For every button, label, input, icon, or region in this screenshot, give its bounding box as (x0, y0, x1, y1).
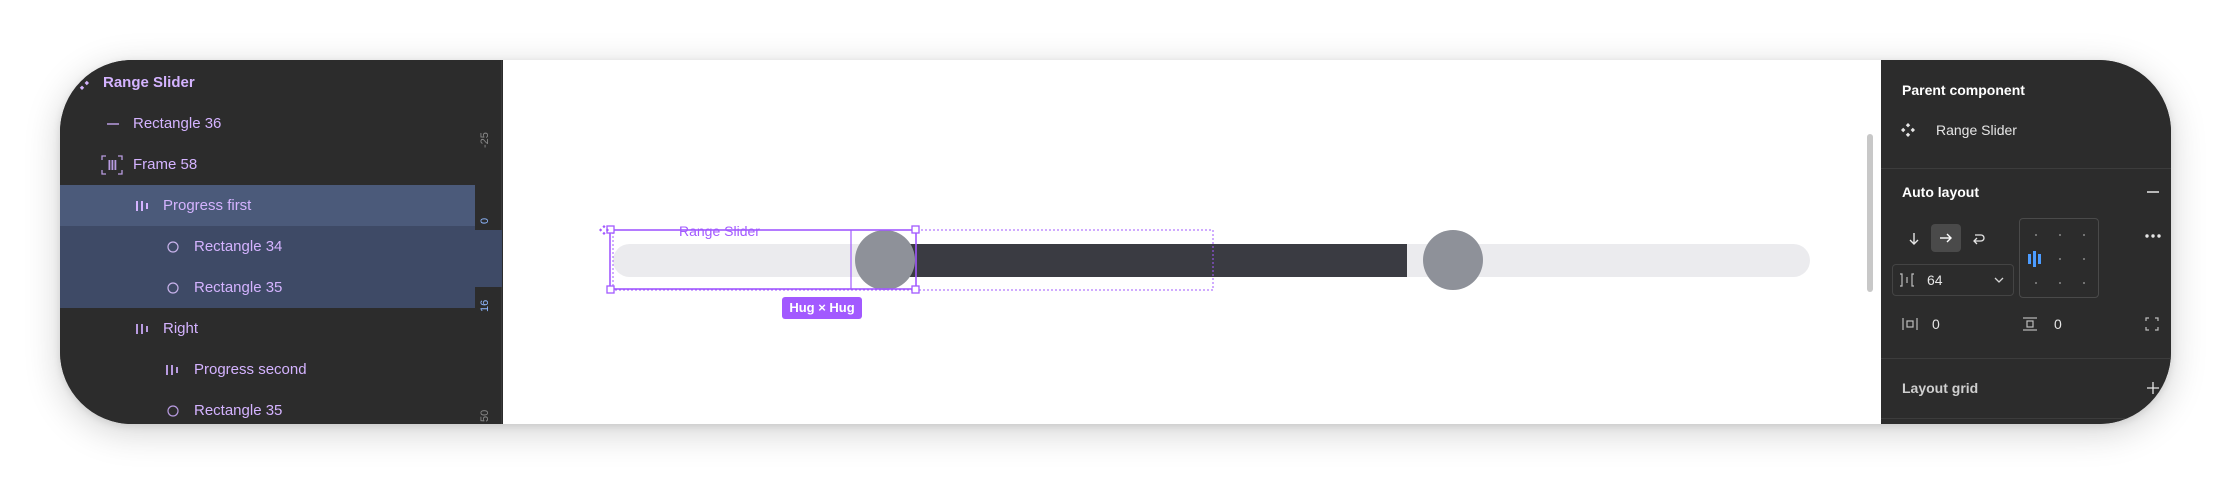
align-dot (2083, 234, 2085, 236)
horizontal-padding-value[interactable]: 0 (1932, 316, 1940, 332)
component-icon (1900, 122, 1916, 138)
layer-label: Progress second (194, 361, 307, 378)
layer-label: Rectangle 35 (194, 402, 283, 419)
ruler-tick: -25 (479, 132, 491, 148)
editor-window: Range Slider Rectangle 36 Frame 58 Progr… (60, 60, 2171, 424)
layer-right[interactable]: Right (60, 308, 475, 349)
ruler-tick: 50 (479, 409, 491, 422)
divider (1881, 418, 2171, 419)
align-left-center-icon (2026, 249, 2046, 272)
auto-layout-title: Auto layout (1902, 184, 1979, 200)
layers-panel: Range Slider Rectangle 36 Frame 58 Progr… (60, 60, 475, 424)
stage: Range Slider Rectangle 36 Frame 58 Progr… (0, 0, 2232, 486)
layer-label: Frame 58 (133, 156, 198, 173)
layer-progress-second[interactable]: Progress second (60, 349, 475, 390)
direction-horizontal-button[interactable] (1931, 224, 1961, 252)
resize-handle[interactable] (911, 225, 920, 234)
layer-label: Rectangle 36 (133, 115, 222, 132)
chevron-down-icon[interactable] (1991, 272, 2007, 288)
parent-component-title: Parent component (1902, 82, 2025, 98)
canvas-drawing (599, 225, 1810, 319)
align-dot (2035, 282, 2037, 284)
ruler-tick: 0 (479, 217, 491, 224)
align-dot (2059, 258, 2061, 260)
layer-range-slider[interactable]: Range Slider (60, 62, 475, 103)
autolayout-horizontal-icon (132, 318, 154, 340)
layer-rectangle-34[interactable]: Rectangle 34 (60, 226, 475, 267)
add-layout-grid-button[interactable] (2143, 378, 2163, 398)
properties-panel: Parent component Range Slider Auto layou… (1881, 60, 2171, 424)
individual-padding-icon[interactable] (2143, 316, 2161, 332)
autolayout-horizontal-icon (162, 359, 184, 381)
line-icon (102, 113, 124, 135)
frame-autolayout-icon (101, 154, 123, 176)
resize-handle[interactable] (606, 285, 615, 294)
size-badge: Hug × Hug (789, 300, 855, 315)
component-icon (71, 72, 93, 94)
canvas-scrollbar[interactable] (1867, 134, 1873, 292)
vertical-padding-value[interactable]: 0 (2054, 316, 2062, 332)
align-dot (2059, 234, 2061, 236)
ellipse-icon (162, 236, 184, 258)
gap-icon (1897, 272, 1917, 288)
ellipse-icon (162, 277, 184, 299)
vertical-padding-icon (2021, 316, 2039, 332)
layer-label: Range Slider (103, 74, 195, 91)
remove-auto-layout-button[interactable] (2143, 182, 2163, 202)
layout-grid-title: Layout grid (1902, 380, 1979, 396)
resize-handle[interactable] (911, 285, 920, 294)
vertical-ruler: -25 0 16 50 (475, 60, 502, 424)
gap-value[interactable]: 64 (1927, 272, 1943, 288)
component-name-label[interactable]: Range Slider (679, 223, 760, 239)
slider-thumb-left[interactable] (855, 230, 915, 290)
align-dot (2083, 282, 2085, 284)
slider-thumb-right[interactable] (1423, 230, 1483, 290)
direction-vertical-button[interactable] (1901, 226, 1927, 252)
align-dot (2059, 282, 2061, 284)
alignment-grid[interactable] (2019, 218, 2099, 298)
divider (1881, 358, 2171, 359)
layer-label: Rectangle 34 (194, 238, 283, 255)
slider-fill (885, 244, 1407, 277)
ruler-tick: 16 (479, 299, 491, 312)
wrap-icon[interactable] (1965, 226, 1991, 252)
autolayout-horizontal-icon (132, 195, 154, 217)
layer-frame-58[interactable]: Frame 58 (60, 144, 475, 185)
ellipse-icon (162, 400, 184, 422)
align-dot (2035, 234, 2037, 236)
parent-component-link[interactable]: Range Slider (1936, 122, 2017, 138)
layer-rectangle-35-second[interactable]: Rectangle 35 (60, 390, 475, 424)
layer-label: Rectangle 35 (194, 279, 283, 296)
layer-progress-first[interactable]: Progress first (60, 185, 475, 226)
layer-label: Progress first (163, 197, 252, 214)
divider (1881, 168, 2171, 169)
horizontal-padding-icon (1901, 316, 1919, 332)
align-dot (2083, 258, 2085, 260)
design-canvas[interactable]: Range Slider Hug × Hug (503, 60, 1881, 424)
layer-rectangle-35[interactable]: Rectangle 35 (60, 267, 475, 308)
more-options-icon[interactable] (2143, 226, 2163, 246)
layer-rectangle-36[interactable]: Rectangle 36 (60, 103, 475, 144)
ruler-selection-highlight (475, 230, 502, 287)
layer-label: Right (163, 320, 199, 337)
